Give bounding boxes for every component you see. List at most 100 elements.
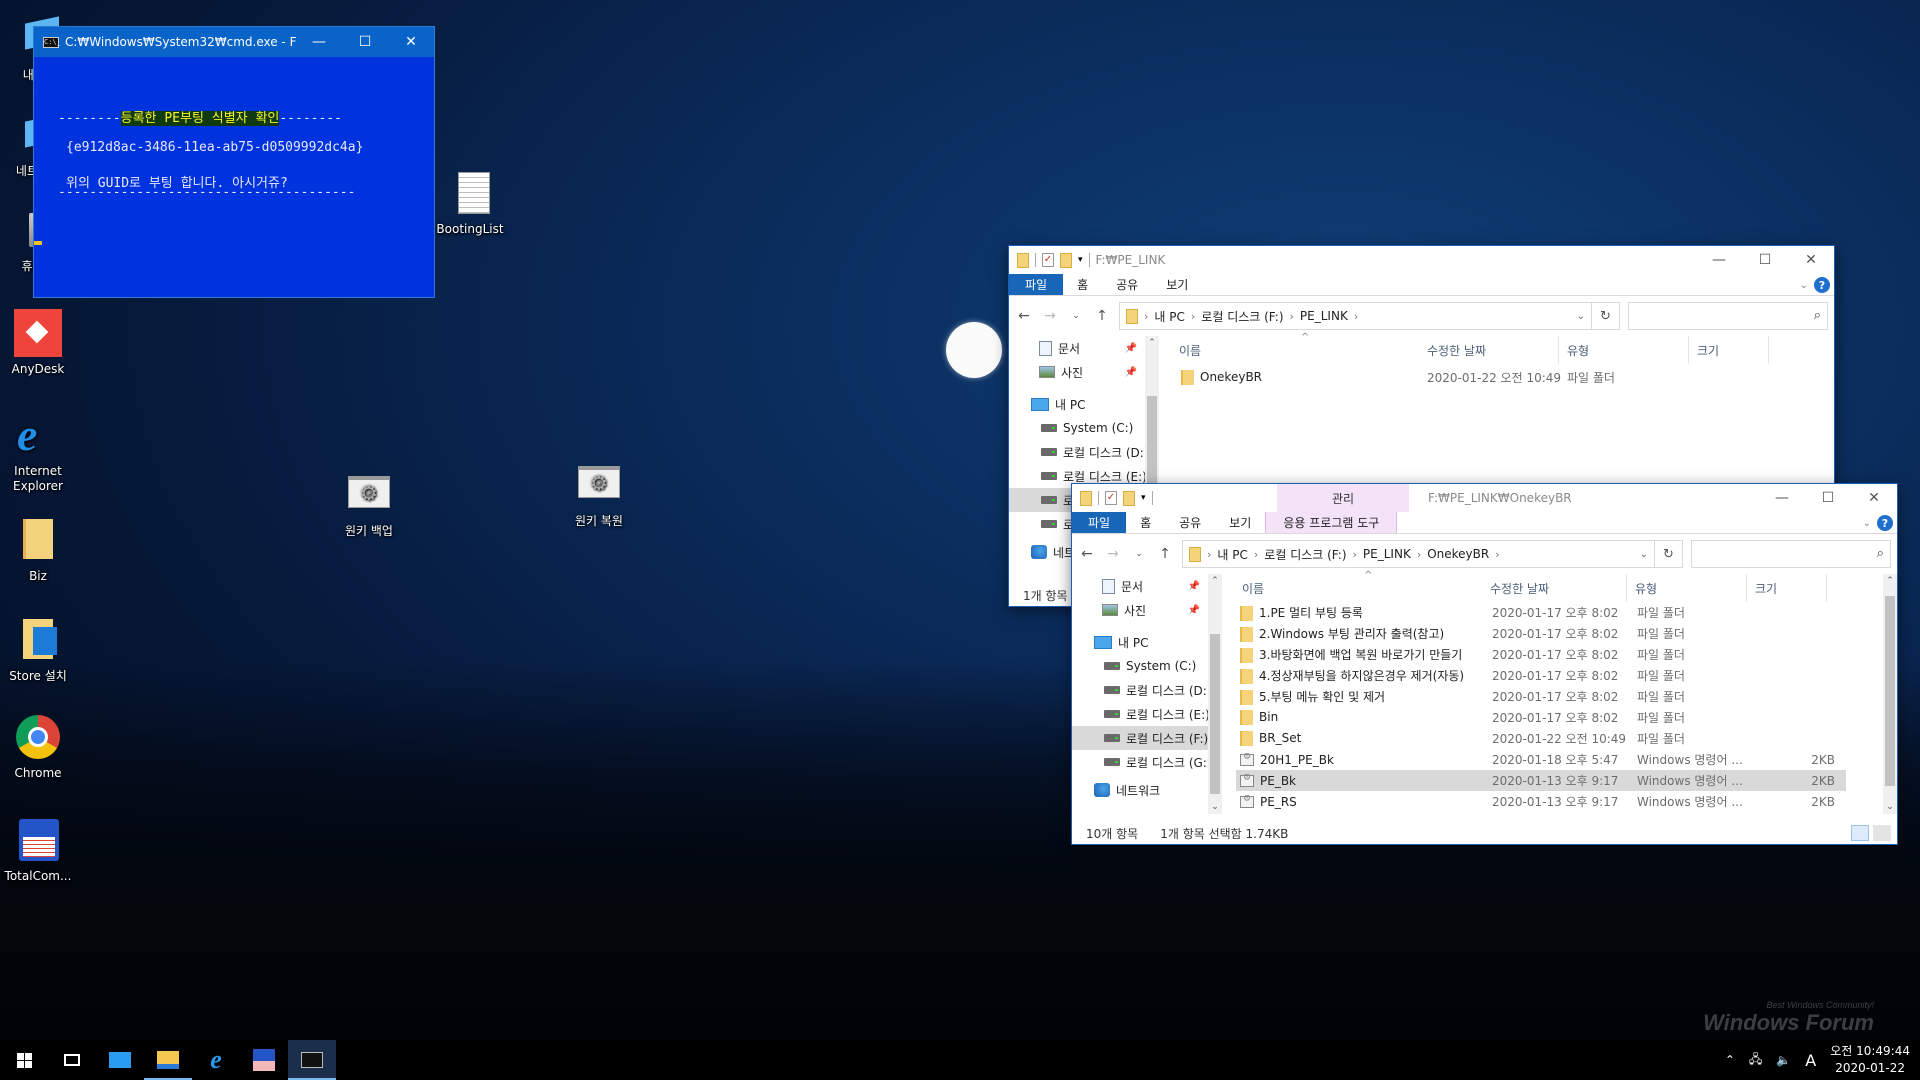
file-row[interactable]: 3.바탕화면에 백업 복원 바로가기 만들기 2020-01-17 오후 8:02… <box>1236 644 1846 665</box>
tab-file[interactable]: 파일 <box>1009 274 1064 295</box>
cmd-title-bar[interactable]: C:\_ C:₩Windows₩System32₩cmd.exe - F:₩P.… <box>34 27 434 57</box>
maximize-button[interactable]: ☐ <box>342 27 388 57</box>
scrollbar-thumb[interactable] <box>1885 596 1895 786</box>
desktop-icon-onekey-backup[interactable]: ⚙ 원키 백업 <box>331 470 407 539</box>
breadcrumb-item[interactable]: 로컬 디스크 (F:) <box>1201 308 1283 325</box>
customize-toolbar-icon[interactable]: ▾ <box>1078 255 1083 265</box>
nav-item-documents[interactable]: 문서 📌 <box>1072 574 1222 598</box>
tab-application-tools[interactable]: 응용 프로그램 도구 <box>1265 512 1398 533</box>
large-icons-view-button[interactable] <box>1873 825 1891 841</box>
file-row[interactable]: 5.부팅 메뉴 확인 및 제거 2020-01-17 오후 8:02 파일 폴더 <box>1236 686 1846 707</box>
file-row[interactable]: OnekeyBR 2020-01-22 오전 10:49 파일 폴더 <box>1177 364 1834 390</box>
close-button[interactable]: ✕ <box>388 27 434 57</box>
desktop-icon-onekey-restore[interactable]: ⚙ 원키 복원 <box>561 460 637 529</box>
scrollbar-thumb[interactable] <box>1210 634 1220 794</box>
task-view-button[interactable] <box>48 1040 96 1080</box>
tab-view[interactable]: 보기 <box>1152 274 1202 295</box>
help-icon[interactable]: ? <box>1877 515 1893 531</box>
desktop-icon-chrome[interactable]: Chrome <box>0 712 76 781</box>
breadcrumb-item[interactable]: 내 PC <box>1154 308 1184 325</box>
nav-item-drive-c[interactable]: System (C:) <box>1072 654 1222 678</box>
tab-share[interactable]: 공유 <box>1165 512 1215 533</box>
column-header-type[interactable]: 유형 <box>1627 574 1747 602</box>
minimize-button[interactable]: — <box>1696 246 1742 274</box>
navigation-pane[interactable]: 문서 📌 사진 📌 내 PC System (C:) 로컬 디스크 (D:) 로컬 … <box>1072 574 1222 814</box>
refresh-button[interactable]: ↻ <box>1591 303 1619 329</box>
up-button[interactable]: ↑ <box>1093 308 1111 324</box>
address-bar[interactable]: › 내 PC › 로컬 디스크 (F:) › PE_LINK › ⌄ ↻ <box>1119 302 1620 330</box>
nav-scrollbar[interactable]: ⌃ ⌄ <box>1208 574 1222 814</box>
nav-item-network[interactable]: 네트워크 <box>1072 778 1222 802</box>
column-header-size[interactable]: 크기 <box>1689 336 1769 364</box>
file-row[interactable]: BR_Set 2020-01-22 오전 10:49 파일 폴더 <box>1236 728 1846 749</box>
taskbar-file-explorer[interactable] <box>144 1040 192 1080</box>
nav-item-pictures[interactable]: 사진 📌 <box>1072 598 1222 622</box>
nav-item-pictures[interactable]: 사진 📌 <box>1009 360 1159 384</box>
forward-button[interactable]: → <box>1041 308 1059 324</box>
desktop-icon-internet-explorer[interactable]: e Internet Explorer <box>0 410 76 494</box>
file-row[interactable]: 4.정상재부팅을 하지않은경우 제거(자동) 2020-01-17 오후 8:02… <box>1236 665 1846 686</box>
file-row[interactable]: 2.Windows 부팅 관리자 출력(참고) 2020-01-17 오후 8:0… <box>1236 623 1846 644</box>
forward-button[interactable]: → <box>1104 546 1122 562</box>
taskbar-total-commander[interactable] <box>240 1040 288 1080</box>
nav-item-drive-e[interactable]: 로컬 디스크 (E:) <box>1072 702 1222 726</box>
nav-item-drive-f[interactable]: 로컬 디스크 (F:) <box>1072 726 1222 750</box>
column-header-type[interactable]: 유형 <box>1559 336 1689 364</box>
scroll-up-icon[interactable]: ⌃ <box>1883 576 1897 586</box>
new-folder-icon[interactable] <box>1060 252 1072 268</box>
properties-icon[interactable]: ✓ <box>1105 491 1117 505</box>
desktop-icon-anydesk[interactable]: AnyDesk <box>0 308 76 377</box>
scroll-up-icon[interactable]: ⌃ <box>1208 576 1222 586</box>
breadcrumb-item[interactable]: OnekeyBR <box>1427 547 1489 561</box>
nav-item-drive-c[interactable]: System (C:) <box>1009 416 1159 440</box>
back-button[interactable]: ← <box>1015 308 1033 324</box>
scroll-down-icon[interactable]: ⌄ <box>1208 802 1222 812</box>
maximize-button[interactable]: ☐ <box>1742 246 1788 274</box>
desktop-icon-total-commander[interactable]: TotalCom... <box>0 815 76 884</box>
breadcrumb-item[interactable]: PE_LINK <box>1300 309 1348 323</box>
scroll-down-icon[interactable]: ⌄ <box>1883 802 1897 812</box>
nav-item-drive-d[interactable]: 로컬 디스크 (D:) <box>1072 678 1222 702</box>
scroll-up-icon[interactable]: ⌃ <box>1145 338 1159 348</box>
address-dropdown-icon[interactable]: ⌄ <box>1640 549 1648 560</box>
nav-item-drive-g[interactable]: 로컬 디스크 (G:) <box>1072 750 1222 774</box>
help-icon[interactable]: ? <box>1814 277 1830 293</box>
minimize-button[interactable]: — <box>1759 484 1805 512</box>
taskbar-internet-explorer[interactable]: e <box>192 1040 240 1080</box>
volume-icon[interactable]: 🔈 <box>1776 1053 1791 1067</box>
nav-item-drive-d[interactable]: 로컬 디스크 (D:) <box>1009 440 1159 464</box>
start-button[interactable] <box>0 1040 48 1080</box>
explorer-title-bar[interactable]: ✓ ▾ 관리 F:₩PE_LINK₩OnekeyBR — ☐ ✕ <box>1072 484 1897 512</box>
details-view-button[interactable] <box>1851 825 1869 841</box>
file-row[interactable]: 20H1_PE_Bk 2020-01-18 오후 5:47 Windows 명령어 … <box>1236 749 1846 770</box>
customize-toolbar-icon[interactable]: ▾ <box>1141 493 1146 503</box>
address-dropdown-icon[interactable]: ⌄ <box>1577 311 1585 322</box>
file-row[interactable]: Bin 2020-01-17 오후 8:02 파일 폴더 <box>1236 707 1846 728</box>
file-row[interactable]: 1.PE 멀티 부팅 등록 2020-01-17 오후 8:02 파일 폴더 <box>1236 602 1846 623</box>
expand-ribbon-icon[interactable]: ⌄ <box>1863 518 1871 529</box>
recent-locations-button[interactable]: ⌄ <box>1067 311 1085 321</box>
close-button[interactable]: ✕ <box>1788 246 1834 274</box>
close-button[interactable]: ✕ <box>1851 484 1897 512</box>
explorer-window-onekeybr[interactable]: ✓ ▾ 관리 F:₩PE_LINK₩OnekeyBR — ☐ ✕ 파일 홈 공유 보… <box>1071 483 1898 845</box>
explorer-title-bar[interactable]: ✓ ▾ F:₩PE_LINK — ☐ ✕ <box>1009 246 1834 274</box>
desktop-icon-biz[interactable]: Biz <box>0 515 76 584</box>
file-list[interactable]: 이름 수정한 날짜 유형 크기 ^ 1.PE 멀티 부팅 등록 2020-01-1… <box>1222 570 1897 814</box>
refresh-button[interactable]: ↻ <box>1654 541 1682 567</box>
breadcrumb-item[interactable]: PE_LINK <box>1363 547 1411 561</box>
column-header-size[interactable]: 크기 <box>1747 574 1827 602</box>
cmd-console[interactable]: --------등록한 PE부팅 식별자 확인-------- {e912d8a… <box>34 57 434 297</box>
taskbar-cmd[interactable] <box>288 1040 336 1080</box>
column-header-name[interactable]: 이름 <box>1222 574 1482 602</box>
column-header-date[interactable]: 수정한 날짜 <box>1482 574 1627 602</box>
column-header-name[interactable]: 이름 <box>1159 336 1419 364</box>
file-list-scrollbar[interactable]: ⌃ ⌄ <box>1883 574 1897 814</box>
back-button[interactable]: ← <box>1078 546 1096 562</box>
up-button[interactable]: ↑ <box>1156 546 1174 562</box>
column-header-date[interactable]: 수정한 날짜 <box>1419 336 1559 364</box>
tab-file[interactable]: 파일 <box>1072 512 1127 533</box>
expand-ribbon-icon[interactable]: ⌄ <box>1800 280 1808 291</box>
nav-item-documents[interactable]: 문서 📌 <box>1009 336 1159 360</box>
address-bar[interactable]: › 내 PC › 로컬 디스크 (F:) › PE_LINK › OnekeyBR › … <box>1182 540 1683 568</box>
tab-home[interactable]: 홈 <box>1126 512 1165 533</box>
